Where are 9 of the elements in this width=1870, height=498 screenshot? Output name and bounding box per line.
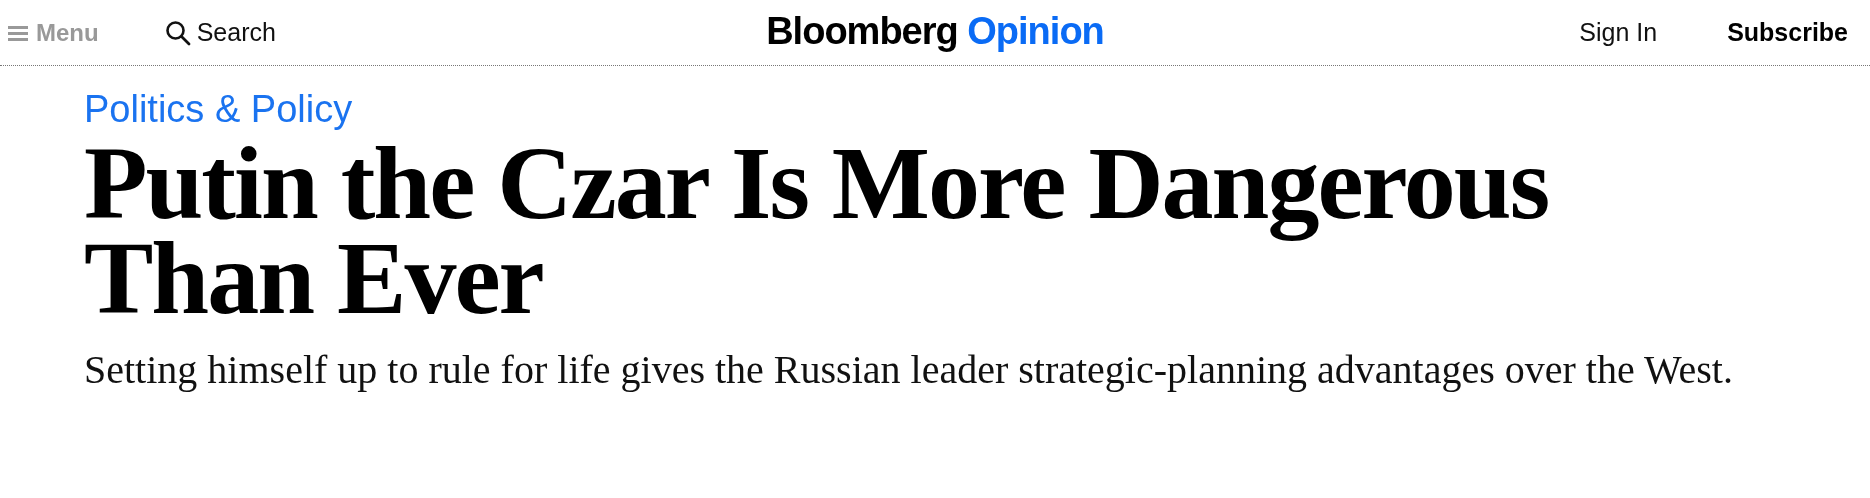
search-button[interactable]: Search: [164, 18, 276, 47]
search-icon: [164, 19, 191, 46]
logo-link[interactable]: Bloomberg Opinion: [766, 10, 1104, 53]
article-summary: Setting himself up to rule for life gives the Russian leader strategic-planning advantages over the West.: [84, 347, 1734, 392]
menu-icon: [8, 23, 28, 42]
category-link[interactable]: Politics & Policy: [84, 88, 353, 131]
sign-in-link[interactable]: Sign In: [1579, 18, 1658, 47]
headline: Putin the Czar Is More Dangerous Than Ever: [84, 135, 1550, 325]
subscribe-link[interactable]: Subscribe: [1727, 18, 1848, 47]
